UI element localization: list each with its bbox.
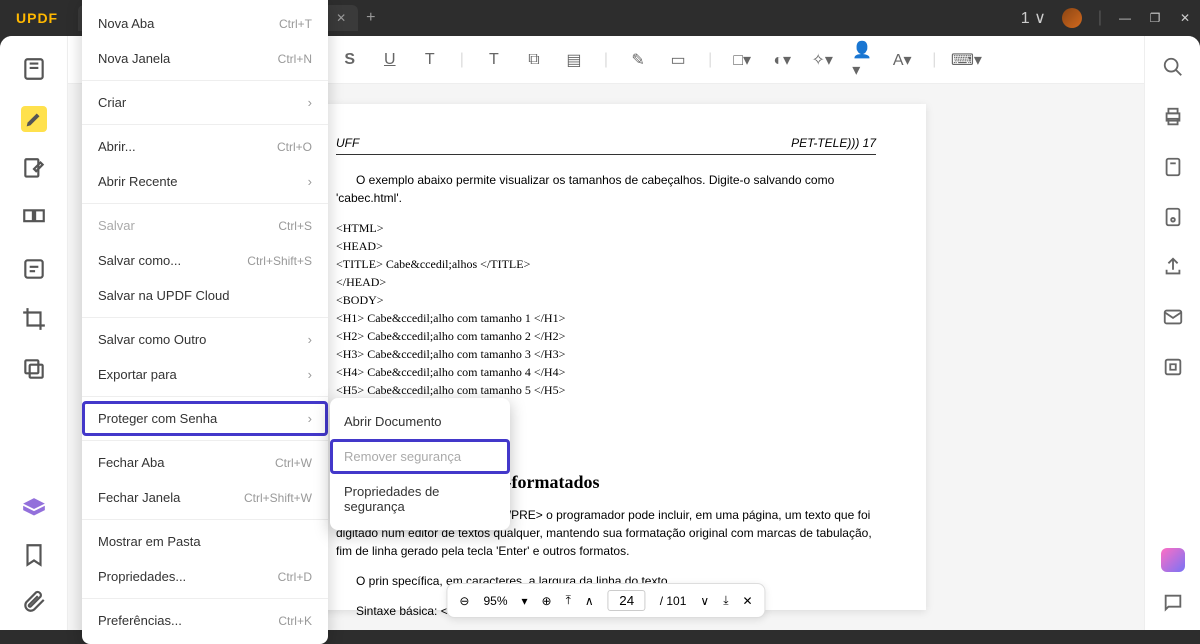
form-icon[interactable] xyxy=(21,256,47,282)
note-icon[interactable]: ▤ xyxy=(564,50,584,70)
menu-item[interactable]: Fechar JanelaCtrl+Shift+W xyxy=(82,480,328,515)
text-icon[interactable]: T xyxy=(420,50,440,70)
print-icon[interactable] xyxy=(1162,106,1184,128)
textbox-icon[interactable]: T xyxy=(484,50,504,70)
submenu-item[interactable]: Remover segurança xyxy=(330,439,510,474)
bookmark-icon[interactable] xyxy=(21,542,47,568)
ocr-icon[interactable] xyxy=(1162,156,1184,178)
avatar[interactable] xyxy=(1062,8,1082,28)
doc-intro: O exemplo abaixo permite visualizar os t… xyxy=(336,171,876,207)
zoom-level: 95% xyxy=(483,594,507,608)
menu-item[interactable]: Propriedades...Ctrl+D xyxy=(82,559,328,594)
compress-icon[interactable] xyxy=(1162,356,1184,378)
page-header-left: UFF xyxy=(336,134,359,152)
protect-submenu: Abrir DocumentoRemover segurançaPropried… xyxy=(330,398,510,530)
menu-item[interactable]: Fechar AbaCtrl+W xyxy=(82,445,328,480)
email-icon[interactable] xyxy=(1162,306,1184,328)
reader-icon[interactable] xyxy=(21,56,47,82)
ai-icon[interactable] xyxy=(1161,548,1185,572)
app-logo: UPDF xyxy=(16,10,58,26)
crop-icon[interactable] xyxy=(21,306,47,332)
menu-item[interactable]: Salvar como Outro› xyxy=(82,322,328,357)
pdf-page: UFF PET-TELE))) 17 O exemplo abaixo perm… xyxy=(286,104,926,610)
underline-icon[interactable]: U xyxy=(380,50,400,70)
stamp-icon[interactable]: ✧▾ xyxy=(812,50,832,70)
menu-item[interactable]: Nova AbaCtrl+T xyxy=(82,6,328,41)
user-badge[interactable]: 1 ∨ xyxy=(1021,8,1046,28)
zoom-out-button[interactable]: ⊖ xyxy=(459,594,469,608)
left-sidebar xyxy=(0,36,68,630)
strikethrough-icon[interactable]: S xyxy=(340,50,360,70)
menu-item[interactable]: SalvarCtrl+S xyxy=(82,208,328,243)
menu-item[interactable]: Abrir Recente› xyxy=(82,164,328,199)
callout-icon[interactable]: ⧉ xyxy=(524,50,544,70)
chat-icon[interactable] xyxy=(1162,592,1184,614)
highlight-icon[interactable] xyxy=(21,106,47,132)
page-input[interactable] xyxy=(608,590,646,611)
zoom-in-button[interactable]: ⊕ xyxy=(542,594,552,608)
page-header-right: PET-TELE))) 17 xyxy=(791,134,876,152)
menu-item[interactable]: Mostrar em Pasta xyxy=(82,524,328,559)
minimize-button[interactable]: — xyxy=(1118,11,1132,25)
menu-item[interactable]: Salvar na UPDF Cloud xyxy=(82,278,328,313)
attachment-icon[interactable] xyxy=(21,588,47,614)
last-page-button[interactable]: ⤓ xyxy=(723,593,728,608)
menu-item[interactable]: Nova JanelaCtrl+N xyxy=(82,41,328,76)
file-menu: Nova AbaCtrl+TNova JanelaCtrl+N Criar› Abr… xyxy=(82,0,328,644)
menu-item[interactable]: Abrir...Ctrl+O xyxy=(82,129,328,164)
redact-icon[interactable]: A▾ xyxy=(892,50,912,70)
sticker-icon[interactable]: ◐▾ xyxy=(772,50,792,70)
search-icon[interactable] xyxy=(1162,56,1184,78)
edit-icon[interactable] xyxy=(21,156,47,182)
menu-item[interactable]: Exportar para› xyxy=(82,357,328,392)
menu-item[interactable]: Salvar como...Ctrl+Shift+S xyxy=(82,243,328,278)
menu-item[interactable]: Preferências...Ctrl+K xyxy=(82,603,328,638)
menu-item[interactable]: Criar› xyxy=(82,85,328,120)
next-page-button[interactable]: ∨ xyxy=(700,594,709,608)
submenu-item[interactable]: Propriedades de segurança xyxy=(330,474,510,524)
page-total: / 101 xyxy=(660,594,687,608)
batch-icon[interactable] xyxy=(1162,206,1184,228)
shape-icon[interactable]: □▾ xyxy=(732,50,752,70)
pages-icon[interactable] xyxy=(21,206,47,232)
share-icon[interactable] xyxy=(1162,256,1184,278)
close-nav-button[interactable]: ✕ xyxy=(743,594,753,608)
page-nav-bar: ⊖ 95% ▾ ⊕ ⤒ ∧ / 101 ∨ ⤓ ✕ xyxy=(446,583,765,618)
maximize-button[interactable]: ❐ xyxy=(1148,11,1162,25)
zoom-dropdown[interactable]: ▾ xyxy=(522,594,528,608)
layers-icon[interactable] xyxy=(21,496,47,522)
close-window-button[interactable]: ✕ xyxy=(1178,11,1192,25)
submenu-item[interactable]: Abrir Documento xyxy=(330,404,510,439)
more-tools-icon[interactable]: ⌨▾ xyxy=(956,50,976,70)
eraser-icon[interactable]: ▭ xyxy=(668,50,688,70)
first-page-button[interactable]: ⤒ xyxy=(566,593,571,608)
window-controls: 1 ∨ | — ❐ ✕ xyxy=(1021,8,1192,28)
prev-page-button[interactable]: ∧ xyxy=(585,594,594,608)
pencil-icon[interactable]: ✎ xyxy=(628,50,648,70)
close-tab-icon[interactable]: ✕ xyxy=(336,11,346,25)
menu-item[interactable]: Proteger com Senha› xyxy=(82,401,328,436)
signature-icon[interactable]: 👤▾ xyxy=(852,50,872,70)
add-tab-button[interactable]: + xyxy=(366,9,375,27)
right-sidebar xyxy=(1144,36,1200,630)
copy-icon[interactable] xyxy=(21,356,47,382)
